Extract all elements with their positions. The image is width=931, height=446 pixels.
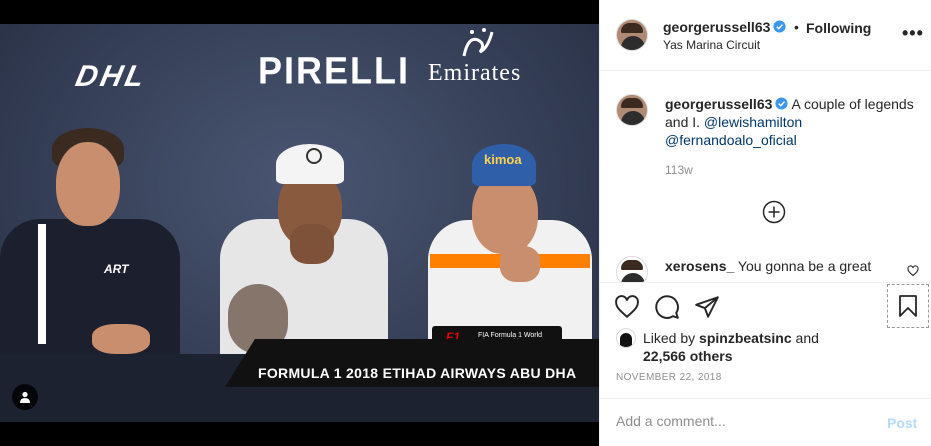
event-banner-text: FORMULA 1 2018 ETIHAD AIRWAYS ABU DHA <box>258 365 577 381</box>
emirates-logo: Emirates <box>428 60 522 86</box>
likes-count-link[interactable]: 22,566 others <box>643 348 733 364</box>
verified-badge-icon <box>773 20 786 33</box>
load-more-comments-icon[interactable] <box>762 200 786 224</box>
mention-lewishamilton[interactable]: @lewishamilton <box>704 114 802 130</box>
header-separator: • <box>794 19 799 35</box>
save-button[interactable] <box>887 284 929 328</box>
post-date[interactable]: NOVEMBER 22, 2018 <box>616 372 722 383</box>
post-actions: Liked by spinzbeatsinc and 22,566 others… <box>600 282 931 383</box>
more-options-button[interactable]: ••• <box>902 24 924 42</box>
comment-item: xerosens_ You gonna be a great <box>665 258 871 274</box>
author-username-link[interactable]: georgerussell63 <box>663 19 786 37</box>
like-heart-icon[interactable] <box>614 294 640 320</box>
press-conference-image: DHL PIRELLI Emirates ART kimoa F1 FIA Fo… <box>0 24 599 422</box>
dhl-logo: DHL <box>72 60 151 93</box>
location-link[interactable]: Yas Marina Circuit <box>663 38 760 52</box>
emirates-arabic-logo <box>462 28 494 57</box>
mention-fernandoalo-oficial[interactable]: @fernandoalo_oficial <box>665 132 797 148</box>
tagged-users-button[interactable] <box>12 384 38 410</box>
comment-bubble-icon[interactable] <box>654 294 680 320</box>
likes-and: and <box>795 330 819 346</box>
user-tag-icon <box>20 391 30 403</box>
like-comment-heart-icon[interactable] <box>907 265 919 277</box>
likes-prefix: Liked by <box>643 330 696 346</box>
share-paper-plane-icon[interactable] <box>694 294 720 320</box>
post-details-panel: georgerussell63 • Following Yas Marina C… <box>599 0 931 446</box>
caption-timestamp[interactable]: 113w <box>665 163 693 177</box>
author-avatar[interactable] <box>616 19 648 51</box>
caption-author-avatar[interactable] <box>616 94 648 126</box>
likes-summary: Liked by spinzbeatsinc and 22,566 others <box>643 329 819 365</box>
bookmark-icon <box>899 295 917 317</box>
post-caption: georgerussell63 A couple of legends and … <box>665 95 915 149</box>
commenter-username[interactable]: xerosens_ <box>665 258 734 274</box>
liker-avatar[interactable] <box>616 328 636 348</box>
add-comment-bar: Post <box>600 398 931 446</box>
post-comment-button[interactable]: Post <box>887 415 917 431</box>
following-button[interactable]: Following <box>806 20 871 36</box>
caption-username[interactable]: georgerussell63 <box>665 96 772 112</box>
verified-badge-icon <box>775 97 788 110</box>
comment-input[interactable] <box>616 413 866 429</box>
pirelli-logo: PIRELLI <box>258 48 411 92</box>
comment-text: You gonna be a great <box>737 258 872 274</box>
post-header: georgerussell63 • Following Yas Marina C… <box>600 0 931 71</box>
post-photo[interactable]: DHL PIRELLI Emirates ART kimoa F1 FIA Fo… <box>0 0 599 446</box>
author-username[interactable]: georgerussell63 <box>663 19 770 35</box>
comments-section: georgerussell63 A couple of legends and … <box>600 72 931 282</box>
commenter-avatar[interactable] <box>616 256 648 282</box>
liker-username[interactable]: spinzbeatsinc <box>699 330 792 346</box>
